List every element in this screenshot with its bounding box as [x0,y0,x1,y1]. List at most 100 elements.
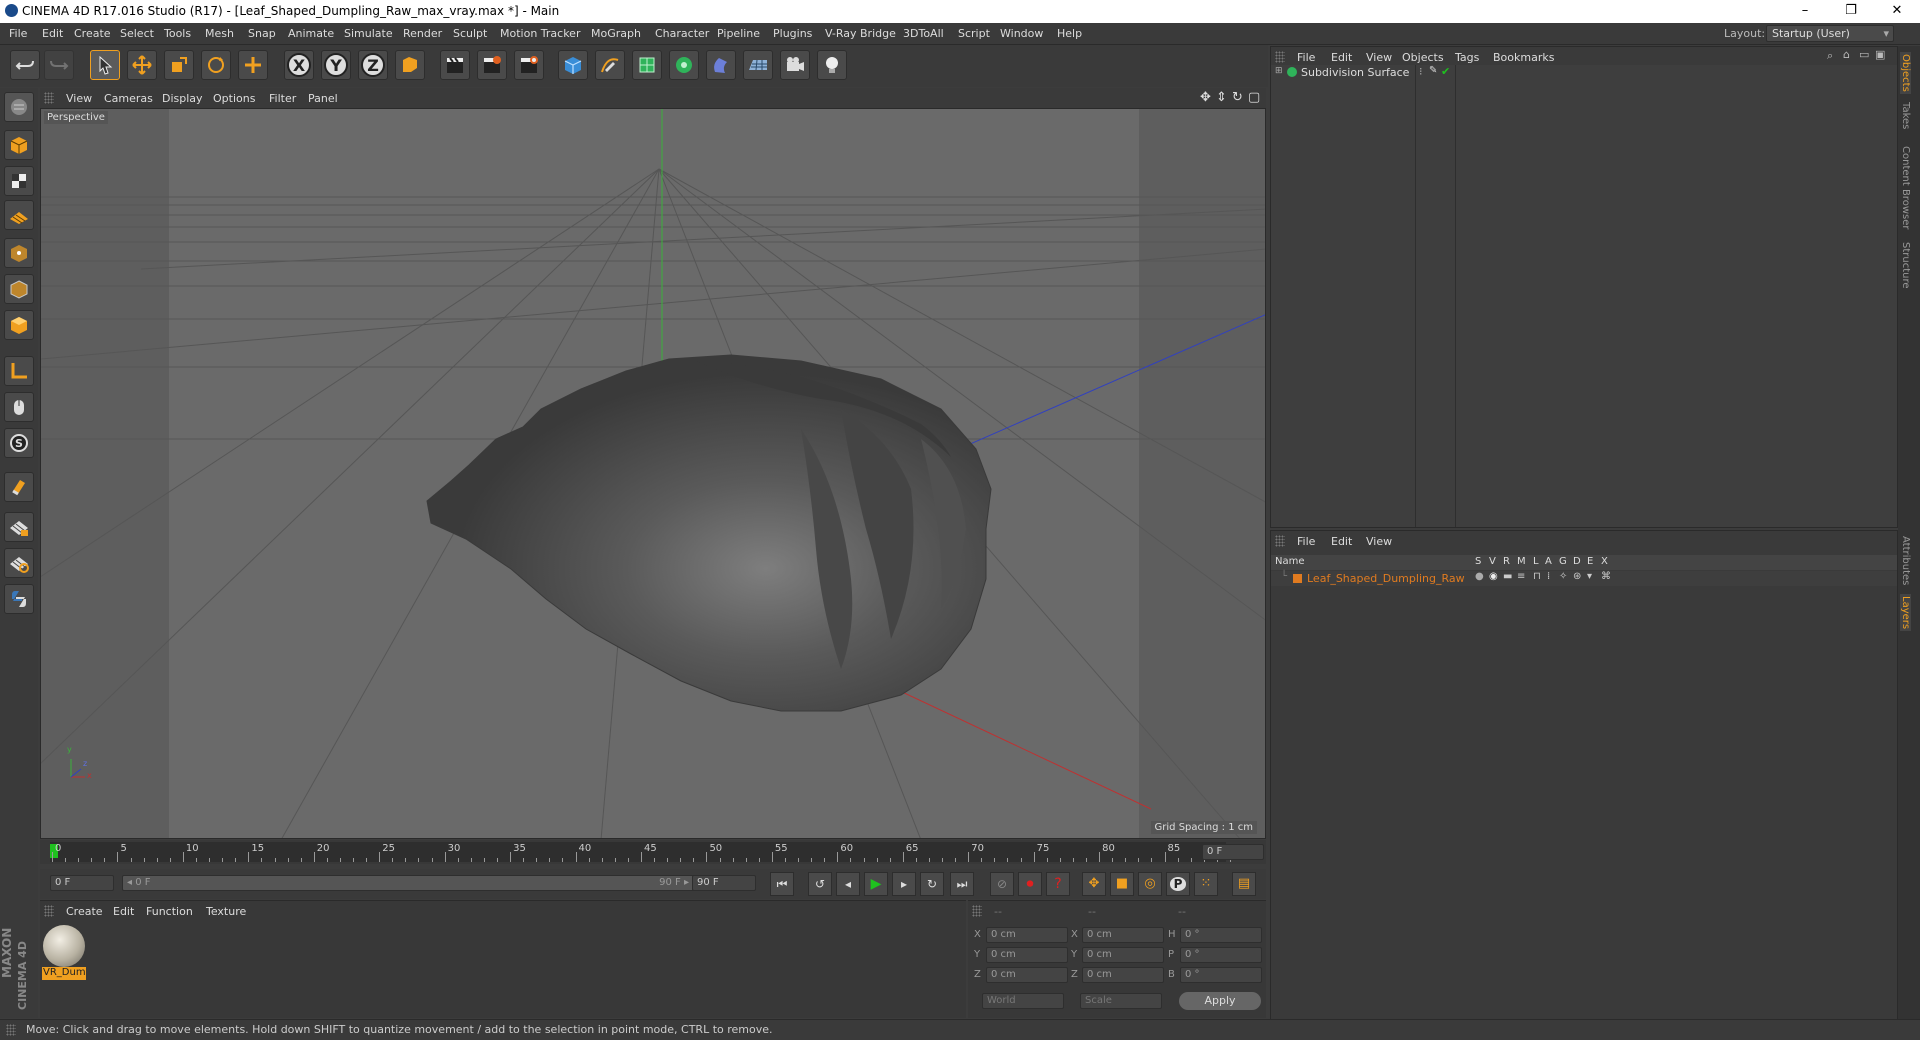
start-frame-field[interactable]: 0 F [50,875,114,891]
menu-render[interactable]: Render [403,27,442,40]
menu-sculpt[interactable]: Sculpt [453,27,487,40]
layer-render-clapper-icon[interactable]: ▬ [1503,571,1512,582]
layer-col-render[interactable]: R [1503,556,1510,567]
menu-window[interactable]: Window [1000,27,1043,40]
panel-grip-icon[interactable] [44,92,54,104]
make-editable-button[interactable] [4,92,34,122]
menu-file[interactable]: File [9,27,27,40]
polygons-mode-button[interactable] [4,310,34,340]
add-floor-button[interactable] [743,50,773,80]
material-menu-edit[interactable]: Edit [113,905,134,918]
x-axis-lock-button[interactable]: X [284,50,314,80]
menu-select[interactable]: Select [120,27,154,40]
search-icon[interactable]: ⌕ [1827,49,1833,63]
material-swatch[interactable]: VR_Dum [42,925,86,981]
points-mode-button[interactable] [4,238,34,268]
render-view-button[interactable] [440,50,470,80]
layer-solo-toggle-icon[interactable]: ● [1475,571,1484,582]
pos-x-field[interactable]: 0 cm [986,927,1068,943]
workplane-mode-button[interactable] [4,200,34,230]
render-settings-button[interactable] [514,50,544,80]
add-spline-button[interactable] [595,50,625,80]
solo-mode-button[interactable]: S [4,428,34,458]
current-frame-field[interactable]: 0 F [1202,844,1264,860]
autokey-icon[interactable]: ? [1046,872,1070,896]
menu-simulate[interactable]: Simulate [344,27,393,40]
layer-menu-view[interactable]: View [1366,535,1392,548]
menu-tools[interactable]: Tools [164,27,191,40]
layer-animation-icon[interactable]: ⁞ [1547,571,1550,582]
add-cube-button[interactable] [558,50,588,80]
edit-pencil-icon[interactable]: ✎ [1429,65,1437,76]
timeline-track[interactable] [50,842,1226,862]
object-menu-tags[interactable]: Tags [1455,51,1479,64]
tab-objects[interactable]: Objects [1900,52,1911,94]
tab-structure[interactable]: Structure [1900,242,1911,289]
perspective-viewport[interactable]: Perspective y x z Grid Spacing : 1 cm [40,108,1266,839]
panel-grip-icon[interactable] [972,905,982,917]
new-window-icon[interactable]: ▭ [1859,48,1869,61]
texture-mode-button[interactable] [4,166,34,196]
layer-col-generators[interactable]: G [1559,556,1567,567]
frame-range-slider[interactable]: ◂ 0 F 90 F ▸ [122,875,694,891]
layer-col-xref[interactable]: X [1601,556,1608,567]
menu-motion-tracker[interactable]: Motion Tracker [500,27,580,40]
select-tool-button[interactable] [90,50,120,80]
python-button[interactable] [4,584,34,614]
step-back-icon[interactable]: ◂ [836,872,860,896]
go-to-start-icon[interactable]: ⏮ [770,872,794,896]
y-axis-lock-button[interactable]: Y [321,50,351,80]
material-menu-create[interactable]: Create [66,905,103,918]
pos-z-field[interactable]: 0 cm [986,967,1068,983]
viewport-move-icon[interactable]: ✥ [1200,90,1211,105]
layer-view-eye-icon[interactable]: ◉ [1489,571,1498,582]
layer-col-solo[interactable]: S [1475,556,1481,567]
menu-pipeline[interactable]: Pipeline [717,27,760,40]
layer-deformer-icon[interactable]: ⊛ [1573,571,1581,582]
menu-edit[interactable]: Edit [42,27,63,40]
timeline-ruler[interactable]: 051015202530354045505560657075808590 0 F [40,840,1266,864]
object-menu-objects[interactable]: Objects [1402,51,1444,64]
add-subdivision-surface-button[interactable] [632,50,662,80]
last-tool-button[interactable] [238,50,268,80]
panel-grip-icon[interactable] [1275,51,1285,63]
layer-color-swatch[interactable] [1293,574,1302,583]
viewport-menu-options[interactable]: Options [213,92,255,105]
undo-button[interactable] [10,50,40,80]
size-y-field[interactable]: 0 cm [1082,947,1164,963]
z-axis-lock-button[interactable]: Z [358,50,388,80]
key-pla-icon[interactable]: ⁙ [1194,872,1218,896]
menu-character[interactable]: Character [655,27,709,40]
tab-content-browser[interactable]: Content Browser [1900,146,1911,229]
viewport-rotate-icon[interactable]: ↻ [1232,90,1243,105]
record-keyframe-icon[interactable]: ⏺ [1018,872,1042,896]
key-parameter-icon[interactable]: P [1166,872,1190,896]
enabled-check-icon[interactable]: ✔ [1441,65,1450,78]
object-menu-edit[interactable]: Edit [1331,51,1352,64]
add-mograph-cloner-button[interactable] [669,50,699,80]
viewport-menu-view[interactable]: View [66,92,92,105]
redo-button[interactable] [44,50,74,80]
tab-layers[interactable]: Layers [1900,594,1911,632]
go-to-end-icon[interactable]: ⏭ [950,872,974,896]
layer-col-view[interactable]: V [1489,556,1496,567]
minimize-button[interactable]: – [1782,0,1828,23]
layer-lock-icon[interactable]: ⊓ [1533,571,1541,582]
close-button[interactable]: ✕ [1874,0,1920,23]
layer-expression-icon[interactable]: ▾ [1587,571,1592,582]
layer-xref-icon[interactable]: ⌘ [1601,571,1611,582]
object-menu-bookmarks[interactable]: Bookmarks [1493,51,1554,64]
menu-3dtoall[interactable]: 3DToAll [903,27,944,40]
layer-menu-edit[interactable]: Edit [1331,535,1352,548]
tweak-mode-button[interactable] [4,392,34,422]
viewport-menu-panel[interactable]: Panel [308,92,338,105]
viewport-menu-display[interactable]: Display [162,92,203,105]
layer-col-locked[interactable]: L [1533,556,1539,567]
coordinate-system-button[interactable] [395,50,425,80]
visibility-dots-icon[interactable]: ⁝ [1419,65,1423,78]
menu-mesh[interactable]: Mesh [205,27,234,40]
rot-b-field[interactable]: 0 ° [1180,967,1262,983]
scale-tool-button[interactable] [164,50,194,80]
locked-workplane-button[interactable] [4,512,34,542]
edges-mode-button[interactable] [4,274,34,304]
